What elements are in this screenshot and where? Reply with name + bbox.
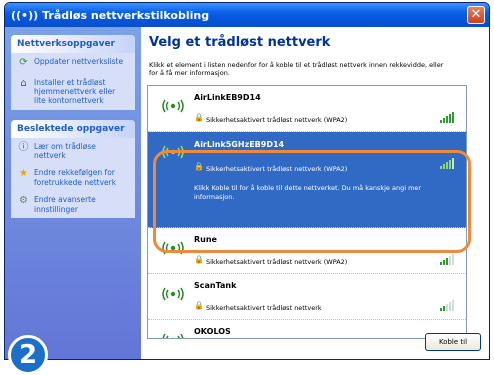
refresh-network-list-link[interactable]: ⟳ Oppdater nettverksliste bbox=[11, 53, 135, 74]
wireless-app-icon: ((•)) bbox=[11, 8, 39, 22]
security-label: Sikkerhetsaktivert trådløst nettverk (WP… bbox=[206, 116, 348, 124]
setup-home-network-link[interactable]: ⌂ Installer et trådløst hjemmenettverk e… bbox=[11, 74, 135, 110]
step-number-badge: 2 bbox=[8, 335, 48, 375]
security-label: Sikkerhetsaktivert trådløst nettverk (WP… bbox=[206, 258, 348, 266]
network-name: OKOLOS bbox=[194, 327, 231, 336]
related-tasks-panel: Beslektede oppgaver ⓘ Lær om trådløse ne… bbox=[11, 119, 135, 218]
wireless-antenna-icon bbox=[162, 333, 184, 338]
task-sidebar: Nettverksoppgaver ⟳ Oppdater nettverksli… bbox=[5, 27, 141, 359]
star-icon: ★ bbox=[19, 168, 28, 180]
security-label: Sikkerhetsaktivert trådløst nettverk (WP… bbox=[206, 165, 348, 173]
learn-wireless-label: Lær om trådløse nettverk bbox=[34, 141, 96, 160]
close-button[interactable]: ✕ bbox=[467, 6, 485, 24]
home-network-icon: ⌂ bbox=[20, 77, 27, 89]
learn-wireless-link[interactable]: ⓘ Lær om trådløse nettverk bbox=[11, 138, 135, 165]
lock-icon: 🔒 bbox=[194, 255, 204, 264]
page-title: Velg et trådløst nettverk bbox=[149, 35, 331, 50]
refresh-label: Oppdater nettverksliste bbox=[34, 57, 124, 66]
related-tasks-header[interactable]: Beslektede oppgaver bbox=[11, 119, 135, 138]
wireless-antenna-icon bbox=[162, 99, 184, 113]
connect-button[interactable]: Koble til bbox=[425, 333, 481, 351]
window-title: Trådløs nettverkstilkobling bbox=[42, 8, 210, 22]
setup-home-network-label: Installer et trådløst hjemmenettverk ell… bbox=[34, 77, 116, 106]
gear-icon: ⚙ bbox=[19, 195, 28, 207]
network-name: Rune bbox=[194, 235, 217, 244]
title-bar[interactable]: ((•)) Trådløs nettverkstilkobling ✕ bbox=[5, 3, 489, 27]
network-name: AirLinkEB9D14 bbox=[194, 93, 261, 102]
instructions-text: Klikk et element i listen nedenfor for å… bbox=[149, 61, 444, 78]
lock-icon: 🔒 bbox=[194, 301, 204, 310]
change-order-label: Endre rekkefølgen for foretrukkede nettv… bbox=[34, 168, 117, 187]
advanced-settings-link[interactable]: ⚙ Endre avanserte innstillinger bbox=[11, 191, 135, 218]
security-label: Sikkerhetsaktivert trådløst nettverk bbox=[206, 304, 322, 312]
signal-strength-icon bbox=[440, 254, 454, 265]
main-content: Velg et trådløst nettverk Klikk et eleme… bbox=[141, 27, 489, 359]
signal-strength-icon bbox=[440, 158, 454, 169]
network-list[interactable]: AirLinkEB9D14 🔒 Sikkerhetsaktivert trådl… bbox=[147, 85, 467, 339]
network-item-scantank[interactable]: ScanTank 🔒 Sikkerhetsaktivert trådløst n… bbox=[148, 274, 466, 320]
change-order-link[interactable]: ★ Endre rekkefølgen for foretrukkede net… bbox=[11, 164, 135, 191]
wireless-connection-window: ((•)) Trådløs nettverkstilkobling ✕ Nett… bbox=[4, 2, 490, 360]
refresh-icon: ⟳ bbox=[19, 57, 28, 68]
network-item-okolos[interactable]: OKOLOS bbox=[148, 320, 466, 338]
advanced-settings-label: Endre avanserte innstillinger bbox=[34, 195, 96, 214]
network-tasks-header[interactable]: Nettverksoppgaver bbox=[11, 35, 135, 53]
network-item-airlink5ghzeb9d14[interactable]: AirLink5GHzEB9D14 🔒 Sikkerhetsaktivert t… bbox=[148, 132, 466, 228]
network-name: ScanTank bbox=[194, 281, 237, 290]
info-icon: ⓘ bbox=[18, 141, 29, 153]
signal-strength-icon bbox=[440, 112, 454, 123]
network-item-rune[interactable]: Rune 🔒 Sikkerhetsaktivert trådløst nettv… bbox=[148, 228, 466, 274]
network-name: AirLink5GHzEB9D14 bbox=[194, 140, 285, 149]
network-tasks-panel: Nettverksoppgaver ⟳ Oppdater nettverksli… bbox=[11, 35, 135, 110]
wireless-antenna-icon bbox=[162, 287, 184, 301]
lock-icon: 🔒 bbox=[194, 162, 204, 171]
wireless-antenna-icon bbox=[162, 241, 184, 255]
lock-icon: 🔒 bbox=[194, 113, 204, 122]
signal-strength-icon bbox=[440, 300, 454, 311]
connect-hint: Klikk Koble til for å koble til dette ne… bbox=[194, 184, 422, 201]
network-item-airlinkeb9d14[interactable]: AirLinkEB9D14 🔒 Sikkerhetsaktivert trådl… bbox=[148, 86, 466, 132]
wireless-antenna-icon bbox=[162, 145, 184, 159]
